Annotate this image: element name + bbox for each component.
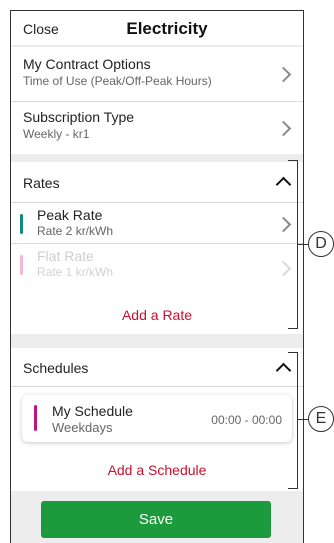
subscription-type-label: Subscription Type xyxy=(23,109,135,125)
save-button[interactable]: Save xyxy=(41,501,271,538)
page-title: Electricity xyxy=(126,19,208,38)
schedule-card[interactable]: My Schedule Weekdays 00:00 - 00:00 xyxy=(22,395,292,442)
schedules-heading: Schedules xyxy=(23,360,89,376)
schedules-list: My Schedule Weekdays 00:00 - 00:00 Add a… xyxy=(11,387,303,491)
subscription-type-value: Weekly - kr1 xyxy=(23,127,90,141)
schedules-bracket xyxy=(288,352,298,489)
contract-options-value: Time of Use (Peak/Off-Peak Hours) xyxy=(23,74,212,88)
rates-lower-area: Flat Rate Rate 1 kr/kWh Add a Rate xyxy=(11,244,303,334)
callout-d: D xyxy=(308,231,334,257)
rate-item-flat[interactable]: Flat Rate Rate 1 kr/kWh xyxy=(11,244,303,288)
rate-color-bar xyxy=(20,255,23,275)
header: Close Electricity xyxy=(11,11,303,45)
schedule-time: 00:00 - 00:00 xyxy=(211,413,282,427)
rate-item-peak[interactable]: Peak Rate Rate 2 kr/kWh xyxy=(11,203,303,243)
add-schedule-link[interactable]: Add a Schedule xyxy=(11,462,303,478)
schedules-section-header[interactable]: Schedules xyxy=(11,348,303,386)
contract-options-row[interactable]: My Contract Options Time of Use (Peak/Of… xyxy=(11,47,303,101)
rate-color-bar xyxy=(20,214,23,234)
rate-detail: Rate 2 kr/kWh xyxy=(37,224,114,238)
app-screen: Close Electricity My Contract Options Ti… xyxy=(10,10,304,543)
rate-name: Peak Rate xyxy=(37,207,103,223)
contract-options-label: My Contract Options xyxy=(23,56,151,72)
callout-e: E xyxy=(308,406,334,432)
rate-name: Flat Rate xyxy=(37,248,94,264)
schedule-color-bar xyxy=(34,405,37,431)
chevron-right-icon xyxy=(275,66,292,83)
chevron-right-icon xyxy=(275,120,292,137)
rates-heading: Rates xyxy=(23,175,60,191)
rate-detail: Rate 1 kr/kWh xyxy=(37,265,114,279)
add-rate-link[interactable]: Add a Rate xyxy=(11,307,303,323)
rates-section-header[interactable]: Rates xyxy=(11,162,303,202)
schedule-days: Weekdays xyxy=(52,420,113,435)
schedule-name: My Schedule xyxy=(52,403,133,419)
subscription-type-row[interactable]: Subscription Type Weekly - kr1 xyxy=(11,102,303,154)
